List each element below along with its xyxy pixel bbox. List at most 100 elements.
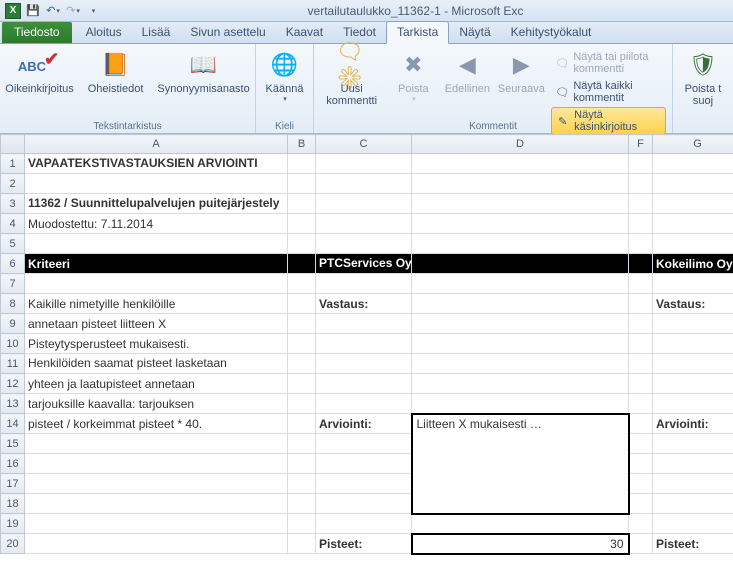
row-1[interactable]: 1 [1, 154, 25, 174]
row-12[interactable]: 12 [1, 374, 25, 394]
col-a[interactable]: A [25, 135, 288, 154]
row-5[interactable]: 5 [1, 234, 25, 254]
select-all-corner[interactable] [1, 135, 25, 154]
cell-a8[interactable]: Kaikille nimetyille henkilöille [25, 294, 288, 314]
delete-comment-label: Poista [398, 83, 429, 95]
col-g[interactable]: G [653, 135, 733, 154]
delete-comment-button[interactable]: ✖ Poista ▾ [389, 47, 437, 105]
row-16[interactable]: 16 [1, 454, 25, 474]
tab-review[interactable]: Tarkista [386, 21, 449, 44]
new-comment-button[interactable]: 🗨✳ Uusi kommentti [320, 47, 383, 109]
undo-icon[interactable]: ↶▾ [44, 2, 62, 20]
cell-a12[interactable]: yhteen ja laatupisteet annetaan [25, 374, 288, 394]
next-comment-icon: ▶ [505, 49, 537, 81]
cell-d1[interactable] [412, 154, 629, 174]
title-bar: X 💾 ↶▾ ↷▾ ▾ vertailutaulukko_11362-1 - M… [0, 0, 733, 22]
col-d[interactable]: D [412, 135, 629, 154]
tab-formulas[interactable]: Kaavat [276, 22, 333, 43]
show-all-comments-button[interactable]: 🗨Näytä kaikki kommentit [551, 78, 666, 106]
show-hide-comment-button[interactable]: 🗨Näytä tai piilota kommentti [551, 49, 666, 77]
cell-c1[interactable] [316, 154, 412, 174]
group-proofing: ABC✔ Oikeinkirjoitus 📙 Oheistiedot 📖 Syn… [0, 44, 256, 133]
thesaurus-button[interactable]: 📖 Synonyymisanasto [153, 47, 253, 97]
window-title: vertailutaulukko_11362-1 - Microsoft Exc [102, 4, 729, 18]
cell-f1[interactable] [629, 154, 653, 174]
spelling-label: Oikeinkirjoitus [5, 83, 73, 95]
cell-c8[interactable]: Vastaus: [316, 294, 412, 314]
translate-button[interactable]: 🌐 Käännä ▾ [261, 47, 309, 105]
cell-a4[interactable]: Muodostettu: 7.11.2014 [25, 214, 288, 234]
row-18[interactable]: 18 [1, 494, 25, 514]
row-15[interactable]: 15 [1, 434, 25, 454]
spelling-icon: ABC✔ [24, 49, 56, 81]
cell-a6[interactable]: Kriteeri [25, 254, 288, 274]
cell-a9[interactable]: annetaan pisteet liitteen X [25, 314, 288, 334]
cell-g8[interactable]: Vastaus: [653, 294, 733, 314]
cell-a11[interactable]: Henkilöiden saamat pisteet lasketaan [25, 354, 288, 374]
row-8[interactable]: 8 [1, 294, 25, 314]
tab-home[interactable]: Aloitus [76, 22, 132, 43]
group-comments: 🗨✳ Uusi kommentti ✖ Poista ▾ ◀ Edellinen… [314, 44, 673, 133]
group-comments-label: Kommentit [314, 121, 672, 132]
cell-b1[interactable] [288, 154, 316, 174]
row-6[interactable]: 6 [1, 254, 25, 274]
cell-c14[interactable]: Arviointi: [316, 414, 412, 434]
row-19[interactable]: 19 [1, 514, 25, 534]
cell-c6[interactable]: PTCServices Oy [316, 254, 412, 274]
row-7[interactable]: 7 [1, 274, 25, 294]
cell-c20[interactable]: Pisteet: [316, 534, 412, 554]
qat-customize-icon[interactable]: ▾ [84, 2, 102, 20]
protect-label-1: Poista t [685, 83, 722, 95]
tab-page-layout[interactable]: Sivun asettelu [180, 22, 275, 43]
cell-a10[interactable]: Pisteytysperusteet mukaisesti. [25, 334, 288, 354]
row-3[interactable]: 3 [1, 194, 25, 214]
tab-view[interactable]: Näytä [449, 22, 500, 43]
next-comment-button[interactable]: ▶ Seuraava [497, 47, 545, 97]
group-proofing-label: Tekstintarkistus [0, 121, 255, 132]
cell-g1[interactable] [653, 154, 733, 174]
save-icon[interactable]: 💾 [24, 2, 42, 20]
next-comment-label: Seuraava [498, 83, 545, 95]
column-headers: A B C D F G [1, 135, 733, 154]
translate-label: Käännä [266, 83, 304, 95]
cell-d14[interactable]: Liitteen X mukaisesti … [412, 414, 629, 514]
tab-insert[interactable]: Lisää [132, 22, 181, 43]
cell-g6[interactable]: Kokeilimo Oy [653, 254, 733, 274]
row-2[interactable]: 2 [1, 174, 25, 194]
group-changes: 🛡 Poista tsuoj [673, 44, 733, 133]
col-f[interactable]: F [629, 135, 653, 154]
col-b[interactable]: B [288, 135, 316, 154]
group-language-label: Kieli [256, 121, 313, 132]
spreadsheet[interactable]: A B C D F G 1 VAPAATEKSTIVASTAUKSIEN ARV… [0, 134, 733, 555]
tab-developer[interactable]: Kehitystyökalut [501, 22, 602, 43]
prev-comment-label: Edellinen [445, 83, 490, 95]
cell-g20[interactable]: Pisteet: [653, 534, 733, 554]
protect-icon: 🛡 [687, 49, 719, 81]
row-20[interactable]: 20 [1, 534, 25, 554]
app-icon[interactable]: X [4, 2, 22, 20]
cell-a1[interactable]: VAPAATEKSTIVASTAUKSIEN ARVIOINTI [25, 154, 288, 174]
row-13[interactable]: 13 [1, 394, 25, 414]
row-10[interactable]: 10 [1, 334, 25, 354]
show-all-comments-label: Näytä kaikki kommentit [573, 80, 662, 104]
row-9[interactable]: 9 [1, 314, 25, 334]
cell-a3[interactable]: 11362 / Suunnittelupalvelujen puitejärje… [25, 194, 288, 214]
col-c[interactable]: C [316, 135, 412, 154]
redo-icon[interactable]: ↷▾ [64, 2, 82, 20]
research-button[interactable]: 📙 Oheistiedot [84, 47, 148, 97]
row-17[interactable]: 17 [1, 474, 25, 494]
cell-a13[interactable]: tarjouksille kaavalla: tarjouksen [25, 394, 288, 414]
spelling-button[interactable]: ABC✔ Oikeinkirjoitus [1, 47, 77, 97]
row-11[interactable]: 11 [1, 354, 25, 374]
row-4[interactable]: 4 [1, 214, 25, 234]
cell-a14[interactable]: pisteet / korkeimmat pisteet * 40. [25, 414, 288, 434]
tab-file[interactable]: Tiedosto [2, 22, 72, 43]
new-comment-label: Uusi kommentti [324, 83, 379, 107]
row-14[interactable]: 14 [1, 414, 25, 434]
group-language: 🌐 Käännä ▾ Kieli [256, 44, 314, 133]
protect-button[interactable]: 🛡 Poista tsuoj [679, 47, 727, 109]
thesaurus-label: Synonyymisanasto [157, 83, 249, 95]
cell-d20[interactable]: 30 [412, 534, 629, 554]
cell-g14[interactable]: Arviointi: [653, 414, 733, 434]
prev-comment-button[interactable]: ◀ Edellinen [443, 47, 491, 97]
